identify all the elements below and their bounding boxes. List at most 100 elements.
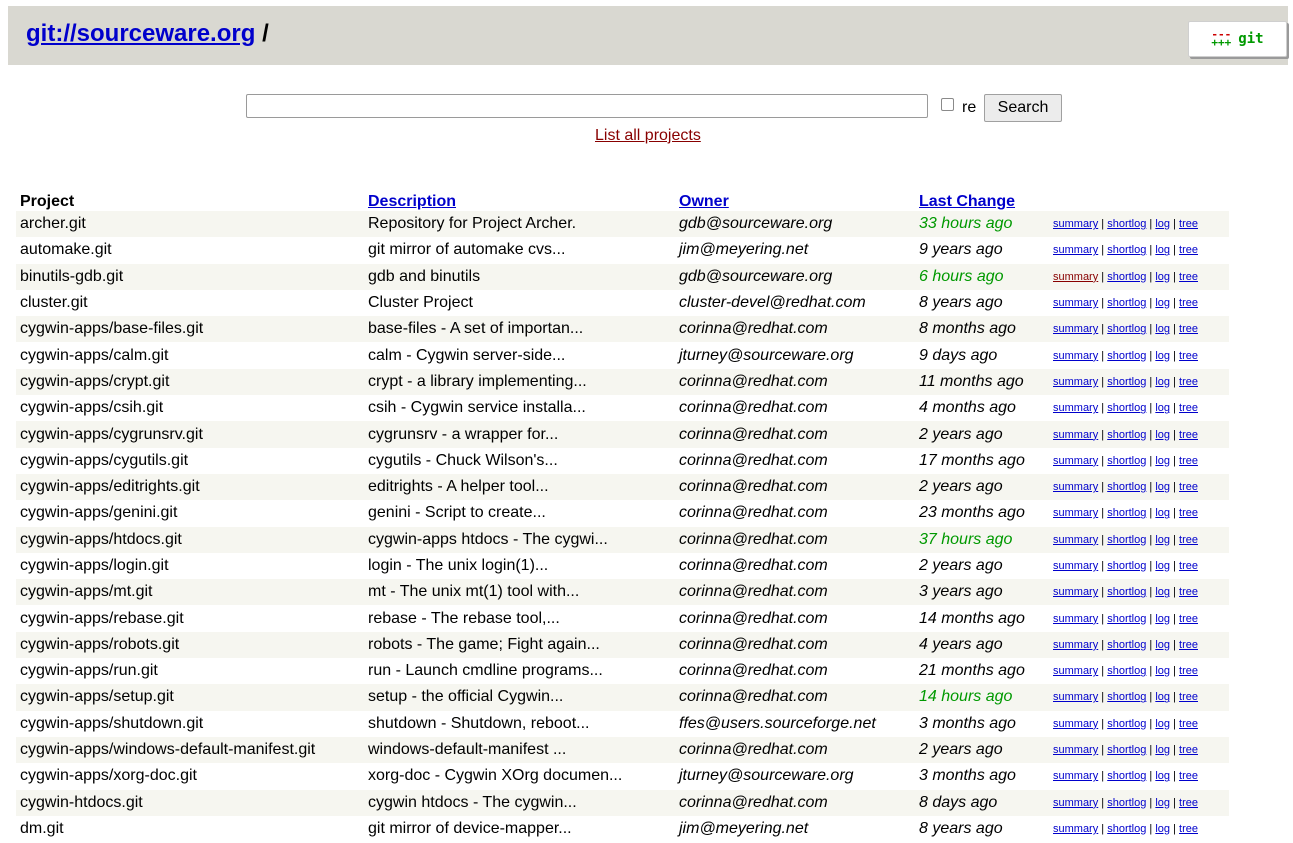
project-name[interactable]: cygwin-apps/windows-default-manifest.git <box>16 736 364 764</box>
summary-link[interactable]: summary <box>1053 271 1098 283</box>
search-button[interactable]: Search <box>984 94 1062 122</box>
log-link[interactable]: log <box>1155 691 1170 703</box>
log-link[interactable]: log <box>1155 665 1170 677</box>
log-link[interactable]: log <box>1155 586 1170 598</box>
summary-link[interactable]: summary <box>1053 350 1098 362</box>
shortlog-link[interactable]: shortlog <box>1107 639 1146 651</box>
summary-link[interactable]: summary <box>1053 586 1098 598</box>
log-link[interactable]: log <box>1155 770 1170 782</box>
tree-link[interactable]: tree <box>1179 560 1198 572</box>
project-description[interactable]: crypt - a library implementing... <box>364 368 675 396</box>
project-name[interactable]: cygwin-apps/setup.git <box>16 684 364 711</box>
tree-link[interactable]: tree <box>1179 586 1198 598</box>
summary-link[interactable]: summary <box>1053 323 1098 335</box>
project-name[interactable]: cygwin-apps/rebase.git <box>16 605 364 632</box>
shortlog-link[interactable]: shortlog <box>1107 350 1146 362</box>
summary-link[interactable]: summary <box>1053 823 1098 835</box>
log-link[interactable]: log <box>1155 823 1170 835</box>
project-description[interactable]: git mirror of device-mapper... <box>364 815 675 843</box>
shortlog-link[interactable]: shortlog <box>1107 691 1146 703</box>
tree-link[interactable]: tree <box>1179 770 1198 782</box>
shortlog-link[interactable]: shortlog <box>1107 402 1146 414</box>
project-name[interactable]: cygwin-apps/robots.git <box>16 631 364 659</box>
shortlog-link[interactable]: shortlog <box>1107 797 1146 809</box>
project-name[interactable]: cygwin-apps/cygutils.git <box>16 447 364 474</box>
summary-link[interactable]: summary <box>1053 481 1098 493</box>
project-description[interactable]: windows-default-manifest ... <box>364 736 675 764</box>
shortlog-link[interactable]: shortlog <box>1107 770 1146 782</box>
summary-link[interactable]: summary <box>1053 797 1098 809</box>
log-link[interactable]: log <box>1155 507 1170 519</box>
shortlog-link[interactable]: shortlog <box>1107 429 1146 441</box>
tree-link[interactable]: tree <box>1179 481 1198 493</box>
tree-link[interactable]: tree <box>1179 350 1198 362</box>
project-name[interactable]: cygwin-apps/base-files.git <box>16 316 364 343</box>
project-description[interactable]: csih - Cygwin service installa... <box>364 395 675 422</box>
project-name[interactable]: cygwin-apps/run.git <box>16 658 364 685</box>
log-link[interactable]: log <box>1155 271 1170 283</box>
summary-link[interactable]: summary <box>1053 507 1098 519</box>
tree-link[interactable]: tree <box>1179 691 1198 703</box>
project-description[interactable]: cygutils - Chuck Wilson's... <box>364 447 675 474</box>
tree-link[interactable]: tree <box>1179 271 1198 283</box>
summary-link[interactable]: summary <box>1053 218 1098 230</box>
log-link[interactable]: log <box>1155 323 1170 335</box>
project-description[interactable]: git mirror of automake cvs... <box>364 237 675 264</box>
tree-link[interactable]: tree <box>1179 402 1198 414</box>
log-link[interactable]: log <box>1155 376 1170 388</box>
tree-link[interactable]: tree <box>1179 718 1198 730</box>
git-logo[interactable]: --- +++ git <box>1188 21 1287 57</box>
tree-link[interactable]: tree <box>1179 218 1198 230</box>
project-description[interactable]: editrights - A helper tool... <box>364 473 675 501</box>
project-description[interactable]: rebase - The rebase tool,... <box>364 605 675 632</box>
log-link[interactable]: log <box>1155 402 1170 414</box>
project-description[interactable]: cygrunsrv - a wrapper for... <box>364 421 675 448</box>
project-name[interactable]: cygwin-apps/shutdown.git <box>16 710 364 737</box>
log-link[interactable]: log <box>1155 534 1170 546</box>
shortlog-link[interactable]: shortlog <box>1107 376 1146 388</box>
shortlog-link[interactable]: shortlog <box>1107 271 1146 283</box>
shortlog-link[interactable]: shortlog <box>1107 507 1146 519</box>
project-description[interactable]: cygwin-apps htdocs - The cygwi... <box>364 526 675 553</box>
tree-link[interactable]: tree <box>1179 323 1198 335</box>
shortlog-link[interactable]: shortlog <box>1107 534 1146 546</box>
search-input[interactable] <box>246 94 928 118</box>
project-description[interactable]: shutdown - Shutdown, reboot... <box>364 710 675 737</box>
project-name[interactable]: cygwin-htdocs.git <box>16 789 364 816</box>
shortlog-link[interactable]: shortlog <box>1107 244 1146 256</box>
shortlog-link[interactable]: shortlog <box>1107 744 1146 756</box>
project-name[interactable]: cygwin-apps/login.git <box>16 552 364 580</box>
project-description[interactable]: run - Launch cmdline programs... <box>364 658 675 685</box>
summary-link[interactable]: summary <box>1053 244 1098 256</box>
list-all-projects-link[interactable]: List all projects <box>595 127 701 145</box>
summary-link[interactable]: summary <box>1053 297 1098 309</box>
summary-link[interactable]: summary <box>1053 376 1098 388</box>
project-description[interactable]: calm - Cygwin server-side... <box>364 342 675 369</box>
summary-link[interactable]: summary <box>1053 455 1098 467</box>
regex-checkbox[interactable] <box>941 98 954 111</box>
project-description[interactable]: xorg-doc - Cygwin XOrg documen... <box>364 763 675 790</box>
project-name[interactable]: cygwin-apps/editrights.git <box>16 473 364 501</box>
tree-link[interactable]: tree <box>1179 297 1198 309</box>
sort-by-owner-link[interactable]: Owner <box>679 193 729 210</box>
log-link[interactable]: log <box>1155 613 1170 625</box>
summary-link[interactable]: summary <box>1053 429 1098 441</box>
summary-link[interactable]: summary <box>1053 534 1098 546</box>
summary-link[interactable]: summary <box>1053 560 1098 572</box>
log-link[interactable]: log <box>1155 455 1170 467</box>
sort-by-last-change-link[interactable]: Last Change <box>919 193 1015 210</box>
summary-link[interactable]: summary <box>1053 691 1098 703</box>
project-description[interactable]: Repository for Project Archer. <box>364 211 675 238</box>
summary-link[interactable]: summary <box>1053 770 1098 782</box>
log-link[interactable]: log <box>1155 639 1170 651</box>
project-name[interactable]: cygwin-apps/crypt.git <box>16 368 364 396</box>
shortlog-link[interactable]: shortlog <box>1107 218 1146 230</box>
sort-by-description-link[interactable]: Description <box>368 193 456 210</box>
shortlog-link[interactable]: shortlog <box>1107 613 1146 625</box>
tree-link[interactable]: tree <box>1179 507 1198 519</box>
shortlog-link[interactable]: shortlog <box>1107 481 1146 493</box>
project-name[interactable]: dm.git <box>16 815 364 843</box>
shortlog-link[interactable]: shortlog <box>1107 323 1146 335</box>
summary-link[interactable]: summary <box>1053 718 1098 730</box>
project-description[interactable]: mt - The unix mt(1) tool with... <box>364 579 675 606</box>
